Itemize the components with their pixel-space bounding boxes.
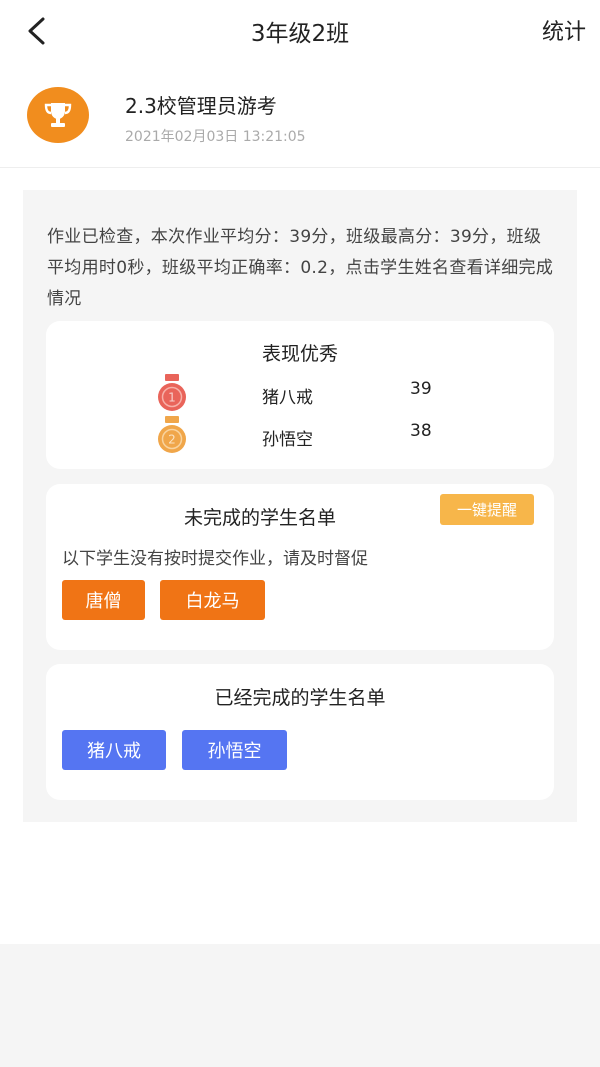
complete-card: 已经完成的学生名单 猪八戒 孙悟空: [46, 664, 554, 800]
homework-time: 2021年02月03日 13:21:05: [125, 129, 306, 145]
excellent-name[interactable]: 猪八戒: [262, 383, 313, 408]
student-chip-incomplete[interactable]: 唐僧: [62, 580, 145, 620]
page-title: 3年级2班: [250, 21, 350, 47]
result-panel: 作业已检查，本次作业平均分：39分，班级最高分：39分，班级平均用时0秒，班级平…: [23, 190, 577, 822]
excellent-row[interactable]: 1 猪八戒 39: [46, 373, 554, 413]
back-button[interactable]: [18, 13, 54, 49]
trophy-icon: [44, 103, 72, 127]
bottom-background: [0, 944, 600, 1067]
student-chip-incomplete[interactable]: 白龙马: [160, 580, 265, 620]
incomplete-hint: 以下学生没有按时提交作业，请及时督促: [62, 549, 368, 569]
student-chip-complete[interactable]: 孙悟空: [182, 730, 287, 770]
excellent-score: 39: [410, 379, 432, 399]
homework-header: 2.3校管理员游考 2021年02月03日 13:21:05: [0, 62, 600, 168]
top-nav-bar: 3年级2班 统计: [0, 0, 600, 62]
result-summary: 作业已检查，本次作业平均分：39分，班级最高分：39分，班级平均用时0秒，班级平…: [47, 227, 554, 309]
incomplete-title: 未完成的学生名单: [183, 507, 336, 529]
remind-all-button[interactable]: 一键提醒: [440, 494, 534, 525]
homework-title: 2.3校管理员游考: [125, 94, 277, 118]
excellent-name[interactable]: 孙悟空: [262, 425, 313, 450]
medal-1-icon: 1: [158, 374, 186, 411]
excellent-row[interactable]: 2 孙悟空 38: [46, 415, 554, 455]
trophy-badge: [27, 87, 89, 143]
back-arrow-icon: [28, 17, 45, 45]
excellent-title: 表现优秀: [261, 343, 338, 365]
excellent-score: 38: [410, 421, 432, 441]
excellent-card: 表现优秀 1 猪八戒 39 2 孙悟空 38: [46, 321, 554, 469]
incomplete-card: 未完成的学生名单 一键提醒 以下学生没有按时提交作业，请及时督促 唐僧 白龙马: [46, 484, 554, 650]
svg-text:1: 1: [168, 391, 176, 405]
svg-text:2: 2: [168, 433, 176, 447]
medal-2-icon: 2: [158, 416, 186, 453]
stats-button[interactable]: 统计: [542, 14, 586, 46]
student-chip-complete[interactable]: 猪八戒: [62, 730, 166, 770]
complete-title: 已经完成的学生名单: [214, 687, 386, 709]
